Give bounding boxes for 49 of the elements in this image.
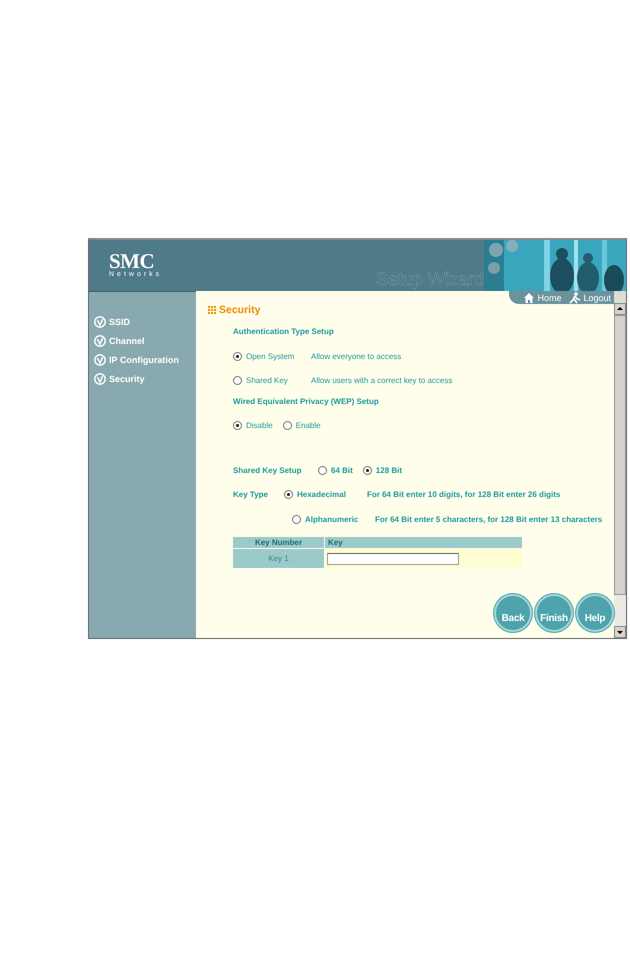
radio-button[interactable]: [282, 420, 292, 430]
page-title: Security: [219, 304, 260, 316]
radio-button[interactable]: [318, 466, 327, 474]
scrollbar[interactable]: [614, 291, 626, 638]
option-description: Allow everyone to access: [311, 352, 402, 360]
option-label: 64 Bit: [331, 466, 353, 474]
scroll-down-button[interactable]: [614, 626, 626, 638]
check-circle-icon: [94, 354, 106, 366]
option-label: 128 Bit: [376, 466, 402, 474]
scroll-thumb[interactable]: [614, 315, 626, 595]
running-person-icon: [569, 292, 582, 304]
field-label: Shared Key Setup: [233, 466, 302, 474]
section-heading: Wired Equivalent Privacy (WEP) Setup: [233, 396, 380, 408]
section-heading: Authentication Type Setup: [233, 326, 335, 338]
option-label: Alphanumeric: [305, 514, 360, 524]
grid-icon: [208, 306, 216, 314]
option-label: Shared Key: [246, 376, 289, 384]
radio-button[interactable]: [233, 420, 242, 430]
radio-button[interactable]: [292, 514, 301, 524]
sidebar-item[interactable]: Channel: [89, 331, 196, 350]
round-button[interactable]: Back: [494, 594, 532, 632]
check-circle-icon: [94, 372, 106, 384]
sidebar-item[interactable]: Security: [89, 369, 196, 388]
key-input-field[interactable]: [327, 552, 459, 564]
option-description: For 64 Bit enter 5 characters, for 128 Bit enter 13 characters: [375, 514, 602, 524]
sidebar-item[interactable]: IP Configuration: [89, 350, 196, 369]
check-circle-icon: [94, 334, 106, 346]
option-label: Open System: [246, 352, 296, 360]
radio-button[interactable]: [284, 490, 293, 498]
option-label: Disable: [246, 420, 273, 430]
nav-link[interactable]: Logout: [569, 292, 611, 304]
round-button[interactable]: Finish: [535, 594, 573, 632]
nav-link[interactable]: Home: [523, 292, 562, 304]
sidebar-item[interactable]: SSID: [89, 312, 196, 331]
round-button[interactable]: Help: [576, 594, 614, 632]
option-description: For 64 Bit enter 10 digits, for 128 Bit enter 26 digits: [367, 490, 560, 498]
radio-button[interactable]: [233, 352, 242, 360]
column-header: Key: [325, 537, 522, 548]
scroll-up-button[interactable]: [614, 303, 626, 315]
radio-button[interactable]: [362, 466, 372, 474]
option-description: Allow users with a correct key to access: [311, 376, 452, 384]
column-header: Key Number: [233, 537, 325, 548]
option-label: Enable: [296, 420, 321, 430]
check-circle-icon: [94, 316, 106, 328]
table-cell: Key 1: [233, 549, 325, 568]
option-label: Hexadecimal: [297, 490, 347, 498]
radio-button[interactable]: [233, 376, 242, 384]
field-label: Key Type: [233, 490, 269, 498]
logo-text: SMC: [109, 252, 154, 270]
